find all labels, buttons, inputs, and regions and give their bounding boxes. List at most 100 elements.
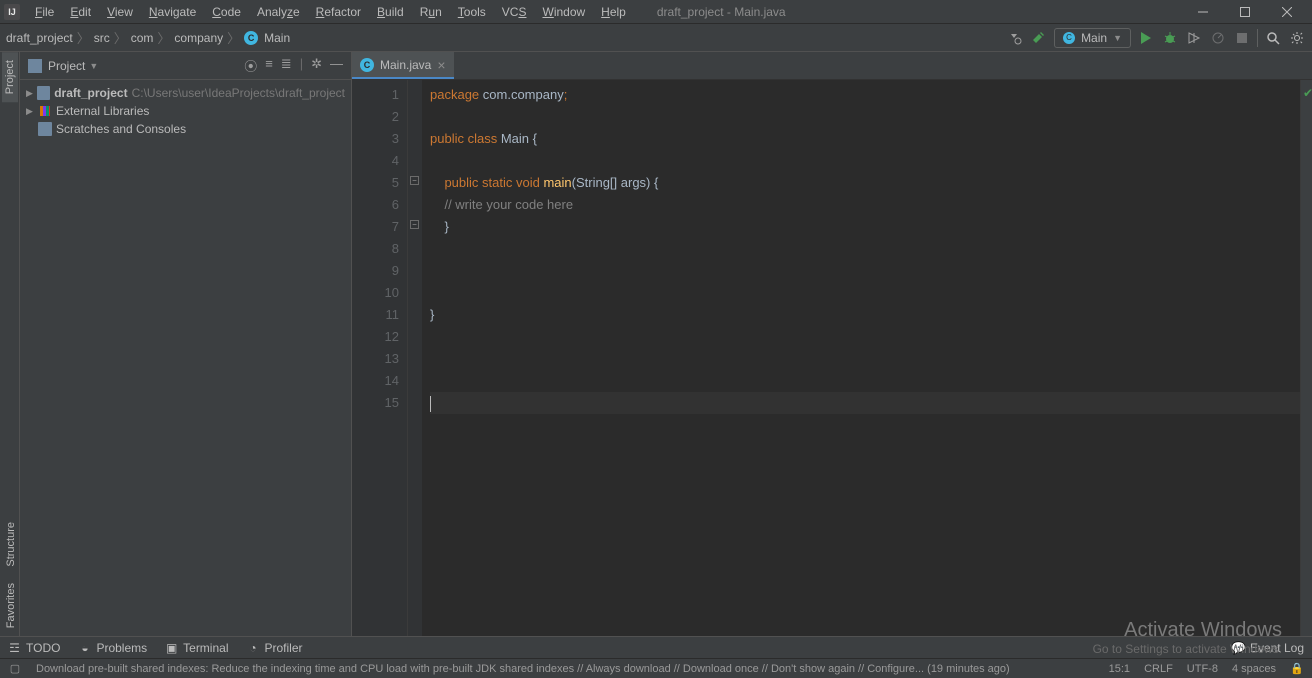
project-tree[interactable]: ▶ draft_project C:\Users\user\IdeaProjec… <box>20 80 351 636</box>
menu-vcs[interactable]: VCS <box>495 3 534 21</box>
build-hammer-icon[interactable] <box>1030 29 1048 47</box>
tree-external-libs[interactable]: ▶ External Libraries <box>20 102 351 120</box>
fold-icon[interactable]: − <box>410 176 419 185</box>
debug-button[interactable] <box>1161 29 1179 47</box>
run-button[interactable] <box>1137 29 1155 47</box>
editor: C Main.java × 1 2 3 4 5 6 7 8 9 10 11 12… <box>352 52 1312 636</box>
bottom-tab-profiler[interactable]: ◔Profiler <box>247 641 303 655</box>
coverage-button[interactable] <box>1185 29 1203 47</box>
eventlog-icon: 💬 <box>1232 641 1245 654</box>
settings-gear-icon[interactable] <box>1288 29 1306 47</box>
add-config-icon[interactable] <box>1006 29 1024 47</box>
analysis-ok-icon[interactable]: ✔ <box>1303 86 1312 100</box>
close-button[interactable] <box>1266 0 1308 24</box>
code-text[interactable]: package com.company; public class Main {… <box>422 80 1300 636</box>
line-number[interactable]: 11 <box>352 304 399 326</box>
tree-scratches[interactable]: Scratches and Consoles <box>20 120 351 138</box>
tree-ext-label: External Libraries <box>56 104 149 118</box>
minimize-button[interactable] <box>1182 0 1224 24</box>
bottom-tab-eventlog[interactable]: 💬Event Log <box>1232 641 1304 655</box>
editor-tab-main[interactable]: C Main.java × <box>352 52 454 79</box>
bottom-tool-bar: ☲TODO ◒Problems ▣Terminal ◔Profiler 💬Eve… <box>0 636 1312 658</box>
breadcrumb: draft_project〉 src〉 com〉 company〉 C Main <box>6 28 290 47</box>
line-number[interactable]: 14 <box>352 370 399 392</box>
hide-panel-icon[interactable]: — <box>330 56 343 75</box>
status-tool-window-icon[interactable]: ▢ <box>8 662 22 676</box>
main-menu: File Edit View Navigate Code Analyze Ref… <box>28 3 633 21</box>
line-number[interactable]: 1 <box>352 84 399 106</box>
panel-settings-icon[interactable]: ✲ <box>311 56 322 75</box>
fold-column[interactable]: − − <box>408 80 422 636</box>
tree-root[interactable]: ▶ draft_project C:\Users\user\IdeaProjec… <box>20 84 351 102</box>
gutter[interactable]: 1 2 3 4 5 6 7 8 9 10 11 12 13 14 15 <box>352 80 408 636</box>
fold-icon[interactable]: − <box>410 220 419 229</box>
line-number[interactable]: 6 <box>352 194 399 216</box>
todo-icon: ☲ <box>8 641 21 654</box>
collapse-all-icon[interactable]: ≣ <box>281 56 292 75</box>
crumb-src[interactable]: src <box>94 31 110 45</box>
error-stripe[interactable]: ✔ <box>1300 80 1312 636</box>
title-bar: IJ File Edit View Navigate Code Analyze … <box>0 0 1312 24</box>
left-tool-rail: Project Structure Favorites <box>0 52 20 636</box>
select-opened-file-icon[interactable]: ⦿ <box>244 56 257 75</box>
menu-code[interactable]: Code <box>205 3 248 21</box>
search-everywhere-icon[interactable] <box>1264 29 1282 47</box>
intellij-logo-icon: IJ <box>4 4 20 20</box>
maximize-button[interactable] <box>1224 0 1266 24</box>
project-panel-title[interactable]: Project <box>48 59 85 73</box>
line-number[interactable]: 8 <box>352 238 399 260</box>
editor-tab-label: Main.java <box>380 58 431 72</box>
project-icon <box>28 59 42 73</box>
menu-build[interactable]: Build <box>370 3 411 21</box>
menu-edit[interactable]: Edit <box>63 3 98 21</box>
bottom-tab-problems[interactable]: ◒Problems <box>78 641 147 655</box>
line-number[interactable]: 5 <box>352 172 399 194</box>
crumb-company[interactable]: company <box>174 31 223 45</box>
line-number[interactable]: 3 <box>352 128 399 150</box>
run-config-selector[interactable]: C Main ▼ <box>1054 28 1131 48</box>
menu-view[interactable]: View <box>100 3 140 21</box>
stop-button[interactable] <box>1233 29 1251 47</box>
menu-analyze[interactable]: Analyze <box>250 3 307 21</box>
expand-all-icon[interactable]: ≡ <box>265 56 273 75</box>
close-tab-icon[interactable]: × <box>437 57 445 73</box>
menu-help[interactable]: Help <box>594 3 633 21</box>
class-icon: C <box>244 31 258 45</box>
problems-icon: ◒ <box>78 641 91 654</box>
line-number[interactable]: 12 <box>352 326 399 348</box>
status-message[interactable]: Download pre-built shared indexes: Reduc… <box>36 663 1095 675</box>
lock-icon[interactable]: 🔒 <box>1290 662 1304 676</box>
bottom-tab-terminal[interactable]: ▣Terminal <box>165 641 228 655</box>
project-panel-header: Project ▼ ⦿ ≡ ≣ | ✲ — <box>20 52 351 80</box>
menu-refactor[interactable]: Refactor <box>309 3 368 21</box>
profile-button[interactable] <box>1209 29 1227 47</box>
line-number[interactable]: 2 <box>352 106 399 128</box>
line-number[interactable]: 4 <box>352 150 399 172</box>
rail-favorites[interactable]: Favorites <box>1 575 19 636</box>
dropdown-icon[interactable]: ▼ <box>89 61 98 71</box>
line-number[interactable]: 7 <box>352 216 399 238</box>
line-number[interactable]: 9 <box>352 260 399 282</box>
bottom-tab-todo[interactable]: ☲TODO <box>8 641 60 655</box>
line-number[interactable]: 15 <box>352 392 399 414</box>
menu-file[interactable]: File <box>28 3 61 21</box>
status-caret-pos[interactable]: 15:1 <box>1109 663 1130 675</box>
crumb-project[interactable]: draft_project <box>6 31 73 45</box>
menu-window[interactable]: Window <box>535 3 592 21</box>
crumb-com[interactable]: com <box>131 31 154 45</box>
library-icon <box>38 104 52 118</box>
code-area[interactable]: 1 2 3 4 5 6 7 8 9 10 11 12 13 14 15 − − <box>352 80 1312 636</box>
run-config-label: Main <box>1081 31 1107 45</box>
menu-navigate[interactable]: Navigate <box>142 3 203 21</box>
menu-tools[interactable]: Tools <box>451 3 493 21</box>
line-number[interactable]: 10 <box>352 282 399 304</box>
status-encoding[interactable]: UTF-8 <box>1187 663 1218 675</box>
status-line-separator[interactable]: CRLF <box>1144 663 1173 675</box>
line-number[interactable]: 13 <box>352 348 399 370</box>
menu-run[interactable]: Run <box>413 3 449 21</box>
crumb-main[interactable]: Main <box>264 31 290 45</box>
rail-project[interactable]: Project <box>2 52 18 102</box>
project-panel: Project ▼ ⦿ ≡ ≣ | ✲ — ▶ draft_project C:… <box>20 52 352 636</box>
rail-structure[interactable]: Structure <box>1 514 19 575</box>
status-indent[interactable]: 4 spaces <box>1232 663 1276 675</box>
